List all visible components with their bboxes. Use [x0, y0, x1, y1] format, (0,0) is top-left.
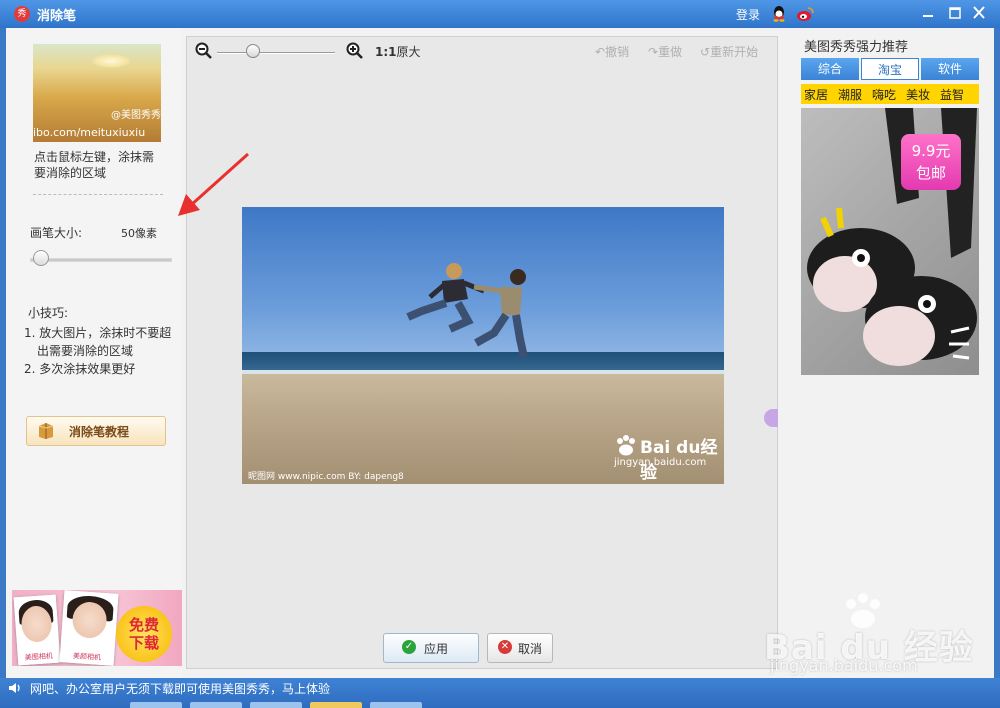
editor-toolbar: 1:1原大 ↶撤销 ↷重做 ↺重新开始 — [187, 37, 777, 65]
minimize-icon — [923, 15, 933, 17]
zoom-slider-track[interactable] — [217, 52, 335, 54]
category-link[interactable]: 潮服 — [838, 86, 862, 103]
divider — [33, 194, 163, 195]
tab-taobao[interactable]: 淘宝 — [861, 58, 919, 80]
taskbar-item[interactable] — [130, 702, 182, 708]
status-message-link[interactable]: 网吧、办公室用户无须下载即可使用美图秀秀，马上体验 — [30, 680, 330, 697]
product-ad-image[interactable]: 9.9元 包邮 — [801, 108, 979, 375]
zoom-in-icon[interactable] — [346, 42, 364, 60]
redo-icon: ↷ — [648, 45, 659, 59]
maximize-button[interactable] — [944, 3, 966, 23]
book-icon — [38, 423, 54, 439]
taskbar-item[interactable] — [250, 702, 302, 708]
photo-credit: 昵图网 www.nipic.com BY: dapeng8 — [248, 472, 404, 482]
tip-item: 1. 放大图片，涂抹时不要超 — [24, 326, 172, 340]
promo-card-caption: 美颜相机 — [61, 650, 113, 664]
title-bar: 秀 消除笔 登录 — [0, 0, 1000, 28]
recommend-tabs: 综合 淘宝 软件 — [801, 58, 979, 80]
site-watermark-url: jingyan.baidu.com — [770, 656, 918, 675]
price-badge: 9.9元 包邮 — [901, 134, 961, 190]
taskbar-item[interactable] — [190, 702, 242, 708]
thumbnail-watermark: @美图秀秀 — [111, 110, 161, 121]
panel-collapse-handle[interactable] — [764, 409, 778, 427]
brush-size-slider-handle[interactable] — [33, 250, 49, 266]
window-title: 消除笔 — [37, 9, 77, 24]
close-icon — [973, 6, 985, 19]
maximize-icon — [949, 7, 961, 19]
brush-size-value: 50像素 — [121, 227, 157, 240]
thumbnail-sun — [91, 54, 131, 68]
app-logo-icon: 秀 — [14, 6, 30, 22]
thumbnail-url: ibo.com/meituxiuxiu — [33, 126, 146, 139]
restart-button[interactable]: ↺重新开始 — [700, 43, 758, 60]
zoom-slider-handle[interactable] — [246, 44, 260, 58]
paw-logo-icon — [617, 435, 635, 456]
category-link[interactable]: 益智 — [940, 86, 964, 103]
restart-label: 重新开始 — [710, 45, 759, 59]
undo-icon: ↶ — [595, 45, 606, 59]
apply-button[interactable]: ✓ 应用 — [383, 633, 479, 663]
tip-item: 2. 多次涂抹效果更好 — [24, 362, 136, 376]
minimize-button[interactable] — [917, 3, 939, 23]
free-download-badge[interactable]: 免费 下载 — [116, 606, 172, 662]
cancel-icon: ✕ — [498, 640, 512, 654]
brush-size-slider-track[interactable] — [30, 258, 172, 262]
undo-button[interactable]: ↶撤销 — [595, 43, 629, 60]
undo-label: 撤销 — [605, 45, 630, 59]
annotation-arrow — [178, 152, 250, 216]
close-button[interactable] — [968, 3, 990, 23]
redo-label: 重做 — [658, 45, 683, 59]
tip-item: 出需要消除的区域 — [37, 344, 134, 358]
badge-line: 免费 — [128, 616, 159, 634]
tab-general[interactable]: 综合 — [801, 58, 859, 80]
restart-icon: ↺ — [700, 45, 711, 59]
tips-list: 1. 放大图片，涂抹时不要超 出需要消除的区域 2. 多次涂抹效果更好 — [24, 324, 174, 378]
weibo-icon[interactable] — [796, 6, 814, 22]
actual-size-ratio: 1:1 — [375, 45, 397, 59]
zoom-out-icon[interactable] — [195, 42, 213, 60]
login-link[interactable]: 登录 — [736, 6, 760, 23]
brush-size-label: 画笔大小: — [30, 226, 83, 240]
tab-software[interactable]: 软件 — [921, 58, 979, 80]
cancel-button[interactable]: ✕ 取消 — [487, 633, 553, 663]
category-link[interactable]: 美妆 — [906, 86, 930, 103]
main-window: @美图秀秀 ibo.com/meituxiuxiu 点击鼠标左键，涂抹需要消除的… — [6, 28, 994, 678]
cancel-button-label: 取消 — [518, 642, 543, 656]
instruction-text: 点击鼠标左键，涂抹需要消除的区域 — [34, 150, 155, 180]
photo-watermark-url: jingyan.baidu.com — [614, 457, 707, 468]
qq-icon[interactable] — [771, 5, 787, 22]
speaker-icon — [9, 683, 20, 693]
category-link[interactable]: 嗨吃 — [872, 86, 896, 103]
actual-size-label: 原大 — [396, 45, 421, 59]
tutorial-button[interactable]: 消除笔教程 — [26, 416, 166, 446]
download-promo-banner[interactable]: 美图相机 美颜相机 免费 下载 — [12, 590, 182, 666]
ad-shipping: 包邮 — [915, 164, 946, 182]
apply-button-label: 应用 — [424, 642, 449, 656]
status-bar: 网吧、办公室用户无须下载即可使用美图秀秀，马上体验 — [0, 678, 1000, 708]
taskbar-item[interactable] — [370, 702, 422, 708]
editor-canvas-area[interactable]: 1:1原大 ↶撤销 ↷重做 ↺重新开始 Bai du经验 jingyan.bai… — [186, 36, 778, 669]
preview-thumbnail: @美图秀秀 ibo.com/meituxiuxiu — [33, 44, 161, 142]
ad-price: 9.9元 — [911, 142, 951, 160]
check-icon: ✓ — [402, 640, 416, 654]
promo-card-caption: 美图相机 — [19, 650, 59, 664]
actual-size-button[interactable]: 1:1原大 — [375, 43, 421, 60]
category-link[interactable]: 家居 — [804, 86, 828, 103]
redo-button[interactable]: ↷重做 — [648, 43, 682, 60]
right-panel: 美图秀秀强力推荐 综合 淘宝 软件 家居 潮服 嗨吃 美妆 益智 9.9元 包邮 — [792, 28, 994, 678]
jumping-people-figures — [406, 263, 528, 358]
taskbar-item[interactable] — [310, 702, 362, 708]
recommend-title: 美图秀秀强力推荐 — [804, 40, 909, 55]
category-bar: 家居 潮服 嗨吃 美妆 益智 — [801, 84, 979, 104]
badge-line: 下载 — [128, 634, 159, 652]
editing-photo[interactable]: Bai du经验 jingyan.baidu.com 昵图网 www.nipic… — [242, 207, 724, 484]
promo-photo-card: 美图相机 — [13, 594, 61, 666]
tips-title: 小技巧: — [28, 306, 69, 320]
left-panel: @美图秀秀 ibo.com/meituxiuxiu 点击鼠标左键，涂抹需要消除的… — [6, 28, 182, 678]
tutorial-button-label: 消除笔教程 — [69, 425, 130, 439]
promo-photo-card: 美颜相机 — [59, 590, 119, 666]
